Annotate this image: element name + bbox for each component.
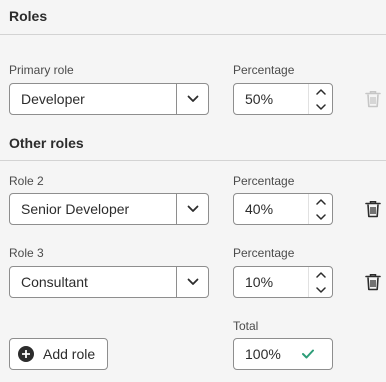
chevron-down-icon	[187, 278, 198, 285]
role2-picker[interactable]: Senior Developer	[9, 193, 209, 225]
role2-percentage-value[interactable]: 40%	[234, 194, 308, 224]
chevron-down-icon	[187, 95, 198, 102]
primary-role-value: Developer	[21, 91, 85, 107]
primary-role-picker[interactable]: Developer	[9, 83, 209, 115]
role3-percentage-stepper[interactable]: 10%	[233, 266, 333, 298]
total-field: 100%	[233, 338, 333, 370]
chevron-up-icon	[315, 271, 326, 278]
total-value: 100%	[245, 346, 281, 362]
primary-decrement-button[interactable]	[309, 99, 332, 114]
trash-icon	[365, 201, 381, 218]
primary-role-label: Primary role	[9, 63, 74, 77]
role3-picker[interactable]: Consultant	[9, 266, 209, 298]
chevron-down-icon	[315, 213, 326, 220]
total-label: Total	[233, 319, 259, 333]
role3-value: Consultant	[21, 274, 88, 290]
chevron-up-icon	[315, 198, 326, 205]
role2-percentage-stepper[interactable]: 40%	[233, 193, 333, 225]
chevron-up-icon	[315, 88, 326, 95]
chevron-down-icon	[315, 286, 326, 293]
role3-increment-button[interactable]	[309, 267, 332, 282]
role3-delete-button[interactable]	[364, 272, 382, 292]
primary-percentage-stepper[interactable]: 50%	[233, 83, 333, 115]
checkmark-icon	[302, 349, 314, 359]
chevron-down-icon	[187, 205, 198, 212]
role3-label: Role 3	[9, 246, 44, 260]
role2-dropdown-button[interactable]	[176, 194, 208, 224]
role2-percentage-label: Percentage	[233, 174, 295, 188]
chevron-down-icon	[315, 103, 326, 110]
add-role-label: Add role	[43, 346, 96, 362]
role2-label: Role 2	[9, 174, 44, 188]
primary-role-dropdown-button[interactable]	[176, 84, 208, 114]
role3-percentage-value[interactable]: 10%	[234, 267, 308, 297]
primary-percentage-value[interactable]: 50%	[234, 84, 308, 114]
primary-percentage-label: Percentage	[233, 63, 295, 77]
role2-value: Senior Developer	[21, 201, 130, 217]
role3-decrement-button[interactable]	[309, 282, 332, 297]
other-roles-divider	[0, 160, 386, 161]
roles-divider	[0, 34, 386, 35]
role2-increment-button[interactable]	[309, 194, 332, 209]
add-circle-icon	[18, 346, 34, 362]
add-role-button[interactable]: Add role	[9, 338, 109, 370]
trash-icon	[365, 274, 381, 291]
role3-dropdown-button[interactable]	[176, 267, 208, 297]
primary-delete-button	[364, 89, 382, 109]
primary-increment-button[interactable]	[309, 84, 332, 99]
role3-percentage-label: Percentage	[233, 246, 295, 260]
role2-delete-button[interactable]	[364, 199, 382, 219]
other-roles-heading: Other roles	[9, 135, 84, 151]
roles-heading: Roles	[9, 8, 48, 24]
role2-decrement-button[interactable]	[309, 209, 332, 224]
trash-icon	[365, 91, 381, 108]
